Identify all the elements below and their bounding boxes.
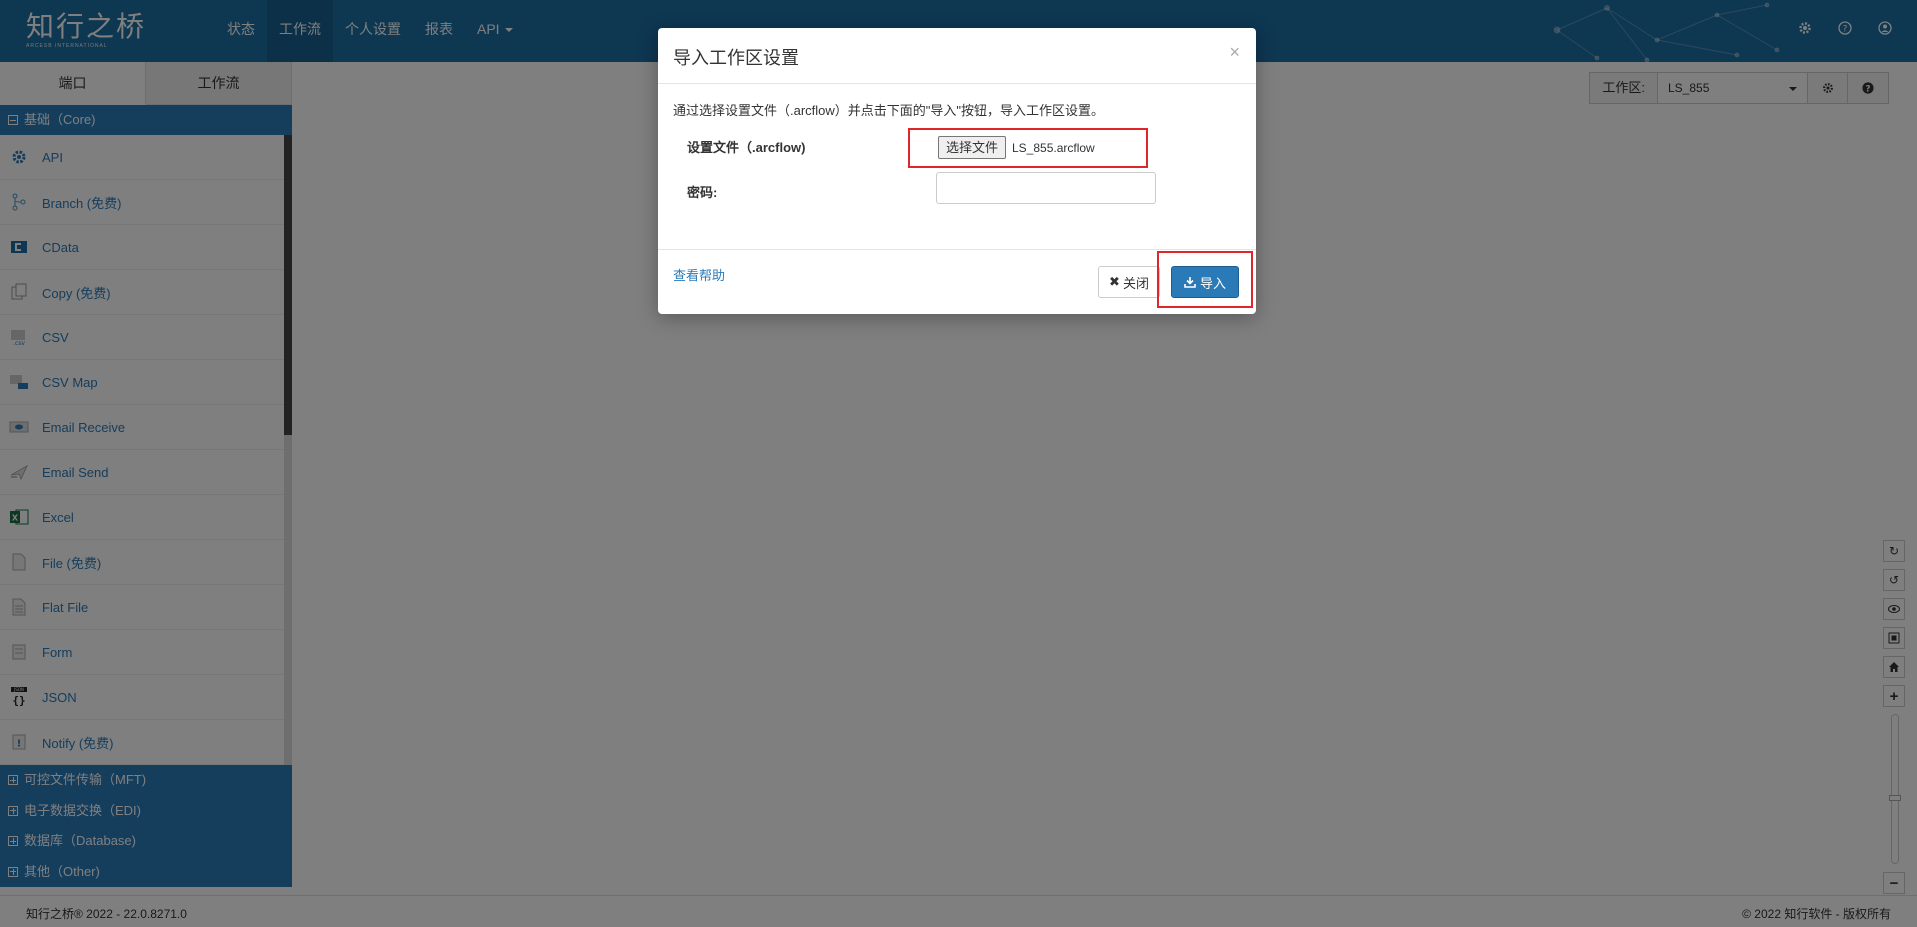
- import-workspace-dialog: 导入工作区设置 × 通过选择设置文件（.arcflow）并点击下面的"导入"按钮…: [658, 28, 1256, 314]
- file-input-highlight: 选择文件 LS_855.arcflow: [908, 128, 1148, 168]
- password-input[interactable]: [936, 172, 1156, 204]
- dialog-title: 导入工作区设置: [673, 48, 799, 68]
- close-x-icon: ✖: [1109, 274, 1120, 289]
- password-field-label: 密码:: [687, 185, 718, 200]
- dialog-footer: 查看帮助 ✖ 关闭 导入: [658, 249, 1256, 314]
- close-icon[interactable]: ×: [1229, 42, 1240, 63]
- selected-file-name: LS_855.arcflow: [1012, 141, 1095, 155]
- choose-file-button[interactable]: 选择文件: [938, 136, 1007, 159]
- import-button-highlight: 导入: [1157, 251, 1253, 308]
- help-link[interactable]: 查看帮助: [673, 265, 725, 284]
- close-button-label: 关闭: [1122, 275, 1149, 291]
- import-button-label: 导入: [1199, 275, 1226, 291]
- dialog-body: 通过选择设置文件（.arcflow）并点击下面的"导入"按钮，导入工作区设置。 …: [658, 84, 1256, 250]
- close-button[interactable]: ✖ 关闭: [1098, 266, 1160, 298]
- file-field-label: 设置文件（.arcflow): [687, 140, 806, 155]
- import-icon: [1184, 277, 1196, 288]
- modal-backdrop[interactable]: 导入工作区设置 × 通过选择设置文件（.arcflow）并点击下面的"导入"按钮…: [0, 0, 1917, 927]
- dialog-description: 通过选择设置文件（.arcflow）并点击下面的"导入"按钮，导入工作区设置。: [673, 103, 1105, 118]
- import-button[interactable]: 导入: [1171, 266, 1239, 298]
- dialog-header: 导入工作区设置 ×: [658, 28, 1256, 84]
